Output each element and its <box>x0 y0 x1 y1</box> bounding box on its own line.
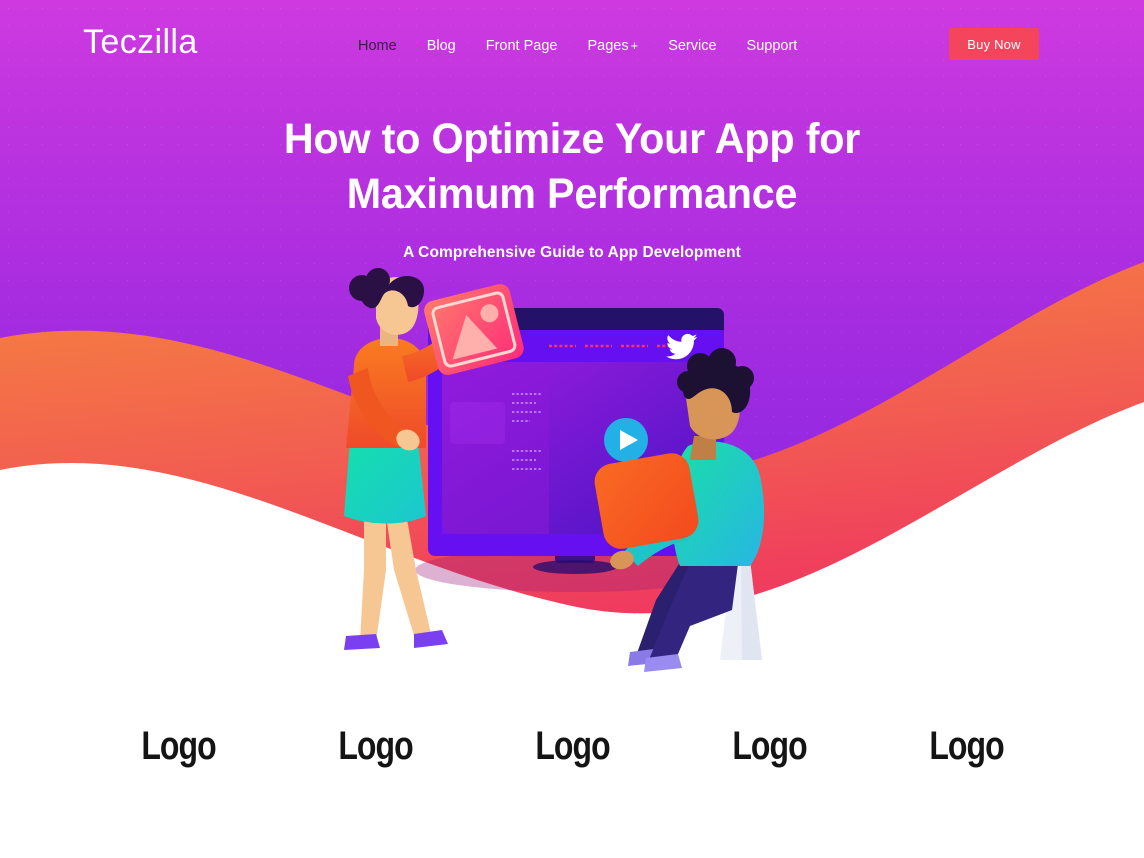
partner-logo[interactable]: Logo <box>887 722 1045 770</box>
hero-illustration <box>280 268 880 690</box>
nav-label: Blog <box>426 38 456 54</box>
partner-logo-strip: Logo Logo Logo Logo Logo <box>0 706 1144 786</box>
nav-item-service[interactable]: Service <box>668 36 716 56</box>
partner-logo[interactable]: Logo <box>99 722 257 770</box>
hero-title-line-1: How to Optimize Your App for <box>283 115 861 163</box>
hero-subtitle: A Comprehensive Guide to App Development <box>403 244 741 261</box>
nav-item-home[interactable]: Home <box>358 36 397 56</box>
nav-label: Front Page <box>485 38 558 54</box>
brand-logo[interactable]: Teczilla <box>83 22 198 62</box>
partner-logo[interactable]: Logo <box>493 722 651 770</box>
nav-label: Support <box>746 38 798 54</box>
hero-section: How to Optimize Your App for Maximum Per… <box>0 112 1144 262</box>
plus-icon: + <box>630 38 639 53</box>
hero-title-line-2: Maximum Performance <box>346 170 798 218</box>
page-title: How to Optimize Your App for Maximum Per… <box>23 112 1121 222</box>
nav-item-support[interactable]: Support <box>747 36 798 56</box>
main-navigation: Home Blog Front Page Pages + Service Supp… <box>358 36 797 56</box>
image-card-orange <box>594 453 699 549</box>
partner-logo[interactable]: Logo <box>690 722 848 770</box>
buy-now-button[interactable]: Buy Now <box>949 28 1039 60</box>
nav-item-front-page[interactable]: Front Page <box>486 36 558 56</box>
nav-item-pages[interactable]: Pages + <box>587 36 638 56</box>
site-header: Teczilla Home Blog Front Page Pages + Ser… <box>0 0 1144 88</box>
nav-label: Home <box>358 38 397 54</box>
nav-item-blog[interactable]: Blog <box>427 36 456 56</box>
nav-label: Service <box>668 38 717 54</box>
partner-logo[interactable]: Logo <box>296 722 454 770</box>
page-root: Teczilla Home Blog Front Page Pages + Ser… <box>0 0 1144 858</box>
nav-label: Pages <box>587 38 629 54</box>
